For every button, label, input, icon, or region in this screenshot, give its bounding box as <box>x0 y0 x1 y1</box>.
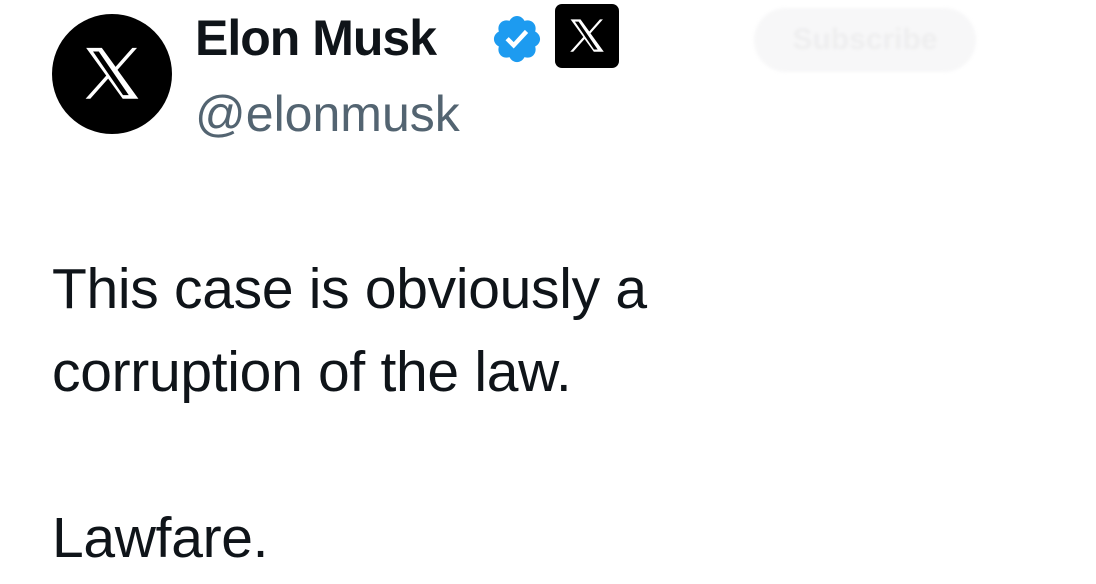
tweet-line: This case is obviously a <box>52 257 647 321</box>
affiliate-badge[interactable] <box>555 4 619 68</box>
avatar[interactable] <box>52 14 172 134</box>
verified-badge-icon[interactable] <box>490 12 544 66</box>
tweet-line: Lawfare. <box>52 506 269 570</box>
x-logo-icon <box>85 47 139 99</box>
tweet-line: corruption of the law. <box>52 340 572 404</box>
tweet-text: This case is obviously a corruption of t… <box>52 248 1052 580</box>
subscribe-button[interactable]: Subscribe <box>754 8 976 72</box>
author-handle[interactable]: @elonmusk <box>195 84 460 144</box>
x-logo-icon <box>570 19 604 52</box>
author-display-name[interactable]: Elon Musk <box>195 6 437 70</box>
